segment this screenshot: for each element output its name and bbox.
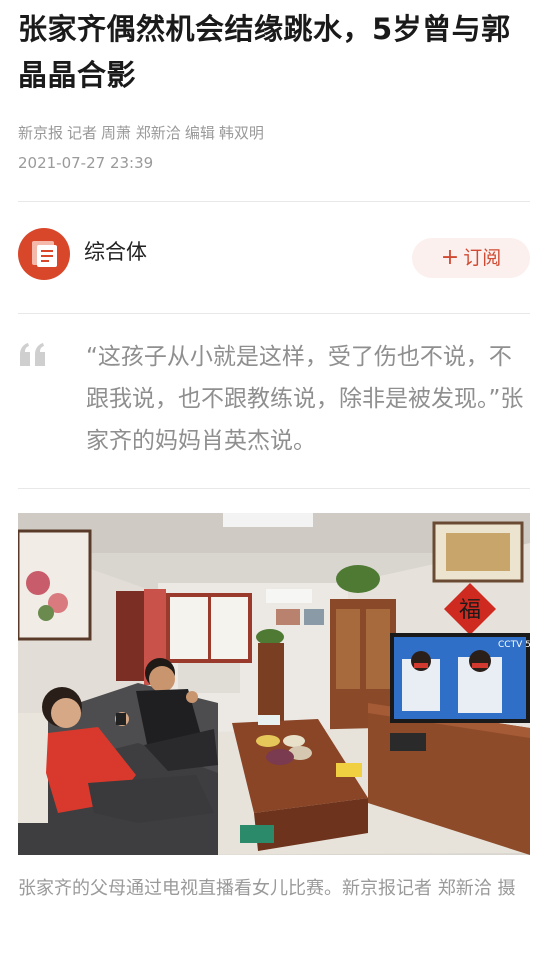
subscribe-button[interactable]: + 订阅 xyxy=(412,238,530,278)
plus-icon: + xyxy=(440,245,460,270)
subscribe-label: 订阅 xyxy=(463,247,502,269)
article-title: 张家齐偶然机会结缘跳水，5岁曾与郭晶晶合影 xyxy=(18,12,511,92)
byline: 新京报 记者 周萧 郑新洽 编辑 韩双明 xyxy=(18,122,268,143)
photo-caption: 张家齐的父母通过电视直播看女儿比赛。新京报记者 郑新洽 摄 xyxy=(18,878,516,899)
byline-outlet: 新京报 xyxy=(18,124,64,142)
document-icon xyxy=(37,245,57,267)
svg-text:福: 福 xyxy=(459,598,481,623)
byline-editor-label: 编辑 xyxy=(184,124,215,142)
source-name[interactable]: 综合体 xyxy=(84,236,147,266)
pull-quote: “这孩子从小就是这样，受了伤也不说，不跟我说，也不跟教练说，除非是被发现。”张家… xyxy=(86,344,524,454)
byline-editor: 韩双明 xyxy=(218,124,264,142)
byline-reporters: 周萧 郑新洽 xyxy=(101,124,181,142)
article-photo[interactable]: 福 CCTV 5 xyxy=(18,513,530,855)
source-avatar[interactable] xyxy=(18,228,70,280)
divider xyxy=(18,313,530,314)
quote-icon xyxy=(20,343,45,366)
tv-channel-logo: CCTV 5 xyxy=(498,640,530,650)
source-row: 综合体 + 订阅 xyxy=(18,226,530,282)
divider xyxy=(18,201,530,202)
publish-date: 2021-07-27 23:39 xyxy=(18,154,154,172)
byline-reporter-label: 记者 xyxy=(67,124,98,142)
divider xyxy=(18,488,530,489)
